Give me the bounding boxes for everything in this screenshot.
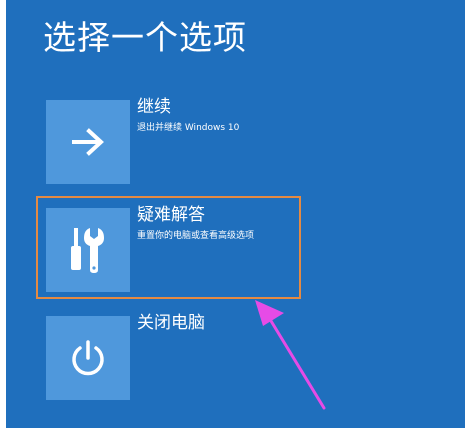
arrow-right-icon [72, 128, 104, 156]
option-continue[interactable]: 继续 退出并继续 Windows 10 [46, 97, 306, 190]
continue-tile[interactable] [46, 100, 130, 184]
shutdown-tile[interactable] [46, 316, 130, 400]
option-continue-title: 继续 [137, 97, 171, 117]
option-continue-subtitle: 退出并继续 Windows 10 [137, 123, 240, 133]
option-shutdown-title: 关闭电脑 [137, 313, 205, 333]
power-icon [72, 340, 104, 376]
option-shutdown[interactable]: 关闭电脑 [46, 313, 306, 406]
recovery-screen: 选择一个选项 继续 退出并继续 Windows 10 疑难解答 重置你的电脑或查… [6, 0, 465, 428]
page-title: 选择一个选项 [43, 18, 247, 57]
highlight-box [36, 196, 301, 299]
